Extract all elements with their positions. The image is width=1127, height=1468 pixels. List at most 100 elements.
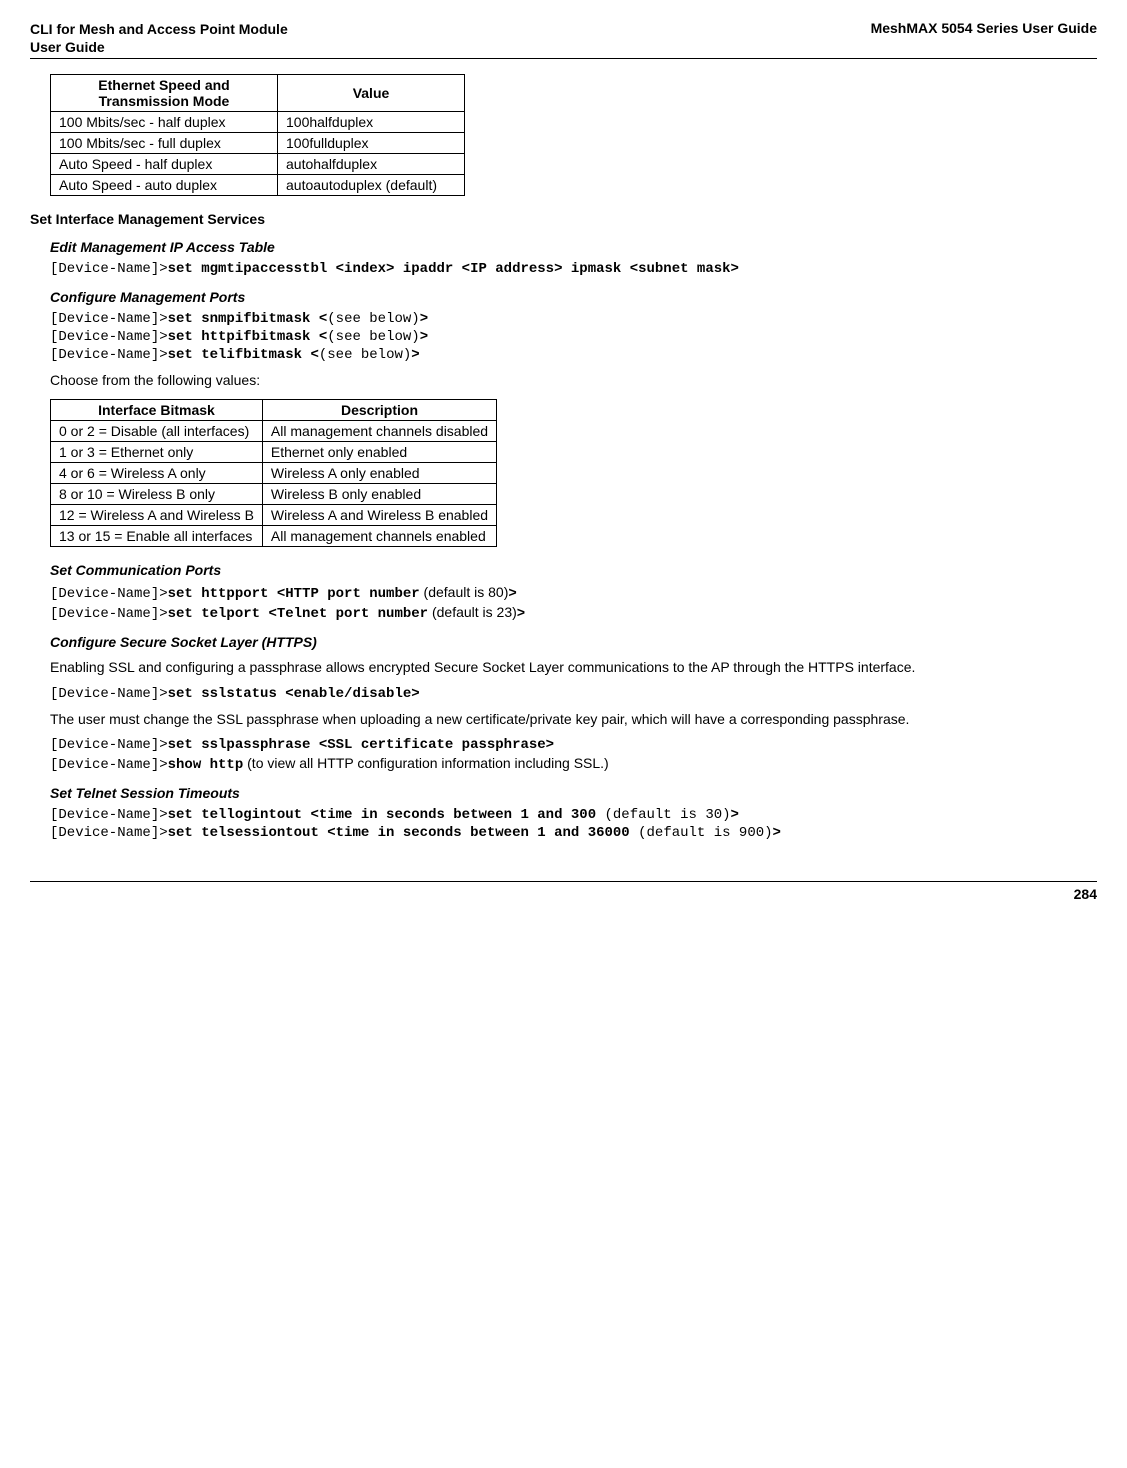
cmd-bold: set httpifbitmask <	[168, 329, 328, 345]
table-cell: 13 or 15 = Enable all interfaces	[51, 525, 263, 546]
header-left-line1: CLI for Mesh and Access Point Module	[30, 21, 288, 37]
table-cell: Ethernet only enabled	[262, 441, 496, 462]
cmd-plain: (see below)	[319, 347, 411, 363]
cmd-plain: (default is 23)	[428, 604, 517, 620]
prompt: [Device-Name]>	[50, 737, 168, 753]
cmd-plain: (default is 30)	[605, 807, 731, 823]
table-row: 100 Mbits/sec - full duplex100fullduplex	[51, 133, 465, 154]
table-cell: All management channels disabled	[262, 420, 496, 441]
table-row: 1 or 3 = Ethernet onlyEthernet only enab…	[51, 441, 497, 462]
prompt: [Device-Name]>	[50, 586, 168, 602]
cmd-bold: set telsessiontout <time in seconds betw…	[168, 825, 638, 841]
table-cell: 0 or 2 = Disable (all interfaces)	[51, 420, 263, 441]
table-cell: 100 Mbits/sec - half duplex	[51, 112, 278, 133]
cmd-bold: >	[420, 311, 428, 327]
table-cell: Wireless B only enabled	[262, 483, 496, 504]
table-cell: 1 or 3 = Ethernet only	[51, 441, 263, 462]
table-row: 13 or 15 = Enable all interfacesAll mana…	[51, 525, 497, 546]
table-cell: 100 Mbits/sec - full duplex	[51, 133, 278, 154]
cmd-bold: set httpport <HTTP port number	[168, 586, 420, 602]
table-row: 12 = Wireless A and Wireless BWireless A…	[51, 504, 497, 525]
prompt: [Device-Name]>	[50, 606, 168, 622]
prompt: [Device-Name]>	[50, 825, 168, 841]
choose-values-text: Choose from the following values:	[50, 371, 1097, 391]
cmd-plain: (to view all HTTP configuration informat…	[243, 755, 608, 771]
ethernet-speed-table: Ethernet Speed and Transmission Mode Val…	[50, 74, 465, 196]
cmd: set sslpassphrase <SSL certificate passp…	[168, 737, 554, 753]
table-cell: autohalfduplex	[278, 154, 465, 175]
table-cell: 100halfduplex	[278, 112, 465, 133]
ssl-para1: Enabling SSL and configuring a passphras…	[50, 658, 1097, 678]
table-row: Auto Speed - auto duplexautoautoduplex (…	[51, 175, 465, 196]
interface-bitmask-table: Interface Bitmask Description 0 or 2 = D…	[50, 399, 497, 547]
prompt: [Device-Name]>	[50, 329, 168, 345]
cmd-bold: set tellogintout <time in seconds betwee…	[168, 807, 605, 823]
table-row: 0 or 2 = Disable (all interfaces)All man…	[51, 420, 497, 441]
table-cell: Auto Speed - half duplex	[51, 154, 278, 175]
table-row: 8 or 10 = Wireless B onlyWireless B only…	[51, 483, 497, 504]
header-right: MeshMAX 5054 Series User Guide	[871, 20, 1097, 56]
cmd: set sslstatus <enable/disable>	[168, 686, 420, 702]
cmd-plain: (see below)	[327, 311, 419, 327]
cmd-line: [Device-Name]>set sslstatus <enable/disa…	[50, 686, 1097, 702]
page-footer: 284	[30, 881, 1097, 902]
cmd-line: [Device-Name]>set tellogintout <time in …	[50, 807, 1097, 823]
prompt: [Device-Name]>	[50, 261, 168, 277]
prompt: [Device-Name]>	[50, 686, 168, 702]
table-cell: 12 = Wireless A and Wireless B	[51, 504, 263, 525]
cmd-line: [Device-Name]>show http (to view all HTT…	[50, 755, 1097, 773]
page-number: 284	[1074, 886, 1097, 902]
table-header-row: Ethernet Speed and Transmission Mode Val…	[51, 75, 465, 112]
page-header: CLI for Mesh and Access Point Module Use…	[30, 20, 1097, 59]
table-cell: All management channels enabled	[262, 525, 496, 546]
table-cell: Wireless A only enabled	[262, 462, 496, 483]
cmd-bold: >	[517, 606, 525, 622]
cmd-bold: set telifbitmask <	[168, 347, 319, 363]
config-mgmt-ports-title: Configure Management Ports	[50, 289, 1097, 305]
cmd-bold: set telport <Telnet port number	[168, 606, 428, 622]
cmd-line: [Device-Name]>set sslpassphrase <SSL cer…	[50, 737, 1097, 753]
cmd-bold: >	[420, 329, 428, 345]
edit-mgmt-ip-title: Edit Management IP Access Table	[50, 239, 1097, 255]
table-header-cell: Value	[278, 75, 465, 112]
cmd-line: [Device-Name]>set telport <Telnet port n…	[50, 604, 1097, 622]
table-cell: 8 or 10 = Wireless B only	[51, 483, 263, 504]
cmd-plain: (default is 80)	[420, 584, 509, 600]
cmd-line: [Device-Name]>set telsessiontout <time i…	[50, 825, 1097, 841]
cmd-bold: >	[508, 586, 516, 602]
cmd-line: [Device-Name]>set telifbitmask <(see bel…	[50, 347, 1097, 363]
ssl-para2: The user must change the SSL passphrase …	[50, 710, 1097, 730]
cmd-line: [Device-Name]>set httpifbitmask <(see be…	[50, 329, 1097, 345]
cmd-line: [Device-Name]>set mgmtipaccesstbl <index…	[50, 261, 1097, 277]
table-cell: autoautoduplex (default)	[278, 175, 465, 196]
cmd-line: [Device-Name]>set httpport <HTTP port nu…	[50, 584, 1097, 602]
header-left-line2: User Guide	[30, 39, 105, 55]
header-left: CLI for Mesh and Access Point Module Use…	[30, 20, 288, 56]
section-set-interface-mgmt: Set Interface Management Services	[30, 211, 1097, 227]
cmd-bold: >	[731, 807, 739, 823]
cmd-line: [Device-Name]>set snmpifbitmask <(see be…	[50, 311, 1097, 327]
prompt: [Device-Name]>	[50, 347, 168, 363]
cmd-bold: >	[411, 347, 419, 363]
table-header-cell: Interface Bitmask	[51, 399, 263, 420]
table-cell: 100fullduplex	[278, 133, 465, 154]
table-cell: Wireless A and Wireless B enabled	[262, 504, 496, 525]
config-ssl-title: Configure Secure Socket Layer (HTTPS)	[50, 634, 1097, 650]
prompt: [Device-Name]>	[50, 807, 168, 823]
cmd: set mgmtipaccesstbl <index> ipaddr <IP a…	[168, 261, 739, 277]
cmd-plain: (default is 900)	[638, 825, 772, 841]
table-header-cell: Description	[262, 399, 496, 420]
table-row: 4 or 6 = Wireless A onlyWireless A only …	[51, 462, 497, 483]
table-header-cell: Ethernet Speed and Transmission Mode	[51, 75, 278, 112]
prompt: [Device-Name]>	[50, 757, 168, 773]
set-comm-ports-title: Set Communication Ports	[50, 562, 1097, 578]
cmd-bold: >	[773, 825, 781, 841]
table-cell: 4 or 6 = Wireless A only	[51, 462, 263, 483]
cmd-bold: set snmpifbitmask <	[168, 311, 328, 327]
cmd-plain: (see below)	[327, 329, 419, 345]
table-cell: Auto Speed - auto duplex	[51, 175, 278, 196]
table-row: Auto Speed - half duplexautohalfduplex	[51, 154, 465, 175]
prompt: [Device-Name]>	[50, 311, 168, 327]
cmd: show http	[168, 757, 244, 773]
table-header-row: Interface Bitmask Description	[51, 399, 497, 420]
